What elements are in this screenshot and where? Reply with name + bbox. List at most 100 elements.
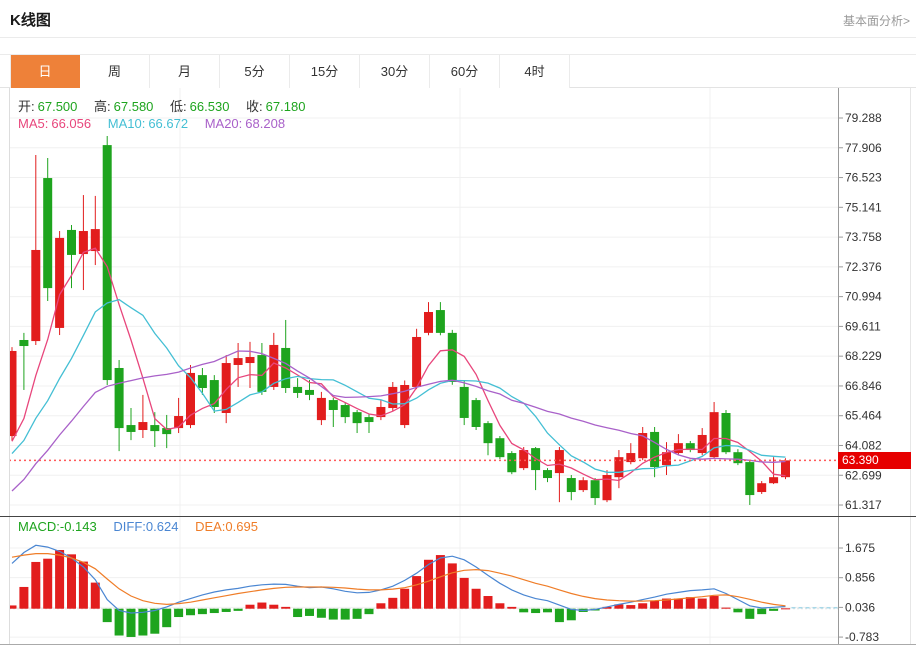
price-axis-label: 73.758 — [845, 230, 882, 244]
dea-label: DEA: — [195, 519, 225, 534]
macd-bar — [781, 608, 790, 609]
tab-weekly[interactable]: 周 — [80, 55, 150, 88]
macd-bar — [91, 583, 100, 609]
macd-bar — [757, 609, 766, 614]
ohlc-legend: 开:67.500 高:67.580 低:66.530 收:67.180 — [18, 96, 318, 115]
tab-30min[interactable]: 30分 — [360, 55, 430, 88]
tab-daily[interactable]: 日 — [10, 55, 80, 88]
macd-bar — [257, 603, 266, 609]
macd-bar — [341, 609, 350, 620]
candle-body — [55, 238, 64, 328]
candle-body — [341, 405, 350, 417]
low-label: 低: — [170, 99, 187, 114]
candle-body — [8, 351, 17, 436]
macd-bar — [745, 609, 754, 619]
dea-value: 0.695 — [225, 519, 258, 534]
candle-body — [365, 417, 374, 422]
tab-60min[interactable]: 60分 — [430, 55, 500, 88]
macd-bar — [733, 609, 742, 613]
candle-body — [305, 390, 314, 395]
macd-bar — [567, 609, 576, 621]
page-title: K线图 — [10, 9, 51, 30]
macd-value: -0.143 — [60, 519, 97, 534]
dea-item: DEA:0.695 — [195, 519, 258, 534]
tab-5min[interactable]: 5分 — [220, 55, 290, 88]
candle-body — [579, 480, 588, 490]
candle-body — [757, 483, 766, 492]
macd-bar — [448, 563, 457, 608]
tab-15min[interactable]: 15分 — [290, 55, 360, 88]
tab-4hour[interactable]: 4时 — [500, 55, 570, 88]
candle-body — [436, 310, 445, 333]
ma20-line — [12, 351, 786, 491]
price-axis-label: 79.288 — [845, 111, 882, 125]
price-axis-label: 64.082 — [845, 438, 882, 452]
interval-tabs: 日 周 月 5分 15分 30分 60分 4时 — [10, 55, 916, 88]
macd-bar — [317, 609, 326, 618]
macd-bar — [8, 605, 17, 608]
candle-body — [698, 435, 707, 453]
candle-body — [591, 480, 600, 498]
macd-bar — [19, 587, 28, 609]
candle-body — [43, 178, 52, 288]
macd-legend: MACD:-0.143 DIFF:0.624 DEA:0.695 — [18, 519, 271, 534]
ohlc-high: 高:67.580 — [94, 99, 153, 114]
macd-bar — [162, 609, 171, 627]
macd-bar — [722, 608, 731, 609]
candle-body — [424, 312, 433, 333]
macd-bar — [400, 589, 409, 609]
dea-line — [12, 554, 786, 606]
macd-bar — [460, 578, 469, 609]
ohlc-open: 开:67.500 — [18, 99, 77, 114]
candle-body — [234, 358, 243, 365]
ma10-legend: MA10:66.672 — [108, 116, 188, 131]
open-value: 67.500 — [38, 99, 78, 114]
ma20-label: MA20: — [205, 116, 243, 131]
candle-body — [198, 375, 207, 388]
price-axis-label: 65.464 — [845, 409, 882, 423]
price-axis-label: 77.906 — [845, 141, 882, 155]
page-header: K线图 基本面分析> — [0, 0, 916, 38]
macd-bar — [269, 605, 278, 609]
price-axis-label: 75.141 — [845, 200, 882, 214]
high-value: 67.580 — [114, 99, 154, 114]
macd-bar — [495, 603, 504, 608]
macd-bar — [186, 609, 195, 616]
fundamental-analysis-link[interactable]: 基本面分析> — [843, 12, 910, 29]
candle-body — [484, 423, 493, 443]
price-axis-label: 69.611 — [845, 319, 881, 333]
candle-body — [769, 477, 778, 483]
candle-body — [150, 425, 159, 431]
price-axis-label: 70.994 — [845, 290, 882, 304]
macd-bar — [519, 609, 528, 613]
macd-bar — [210, 609, 219, 613]
macd-bar — [436, 555, 445, 609]
candle-body — [650, 432, 659, 467]
macd-axis-label: 1.675 — [845, 541, 875, 555]
candle-body — [495, 438, 504, 457]
macd-bar — [507, 607, 516, 609]
macd-bar — [55, 550, 64, 609]
candle-body — [745, 462, 754, 495]
macd-bar — [555, 609, 564, 622]
price-axis-label: 72.376 — [845, 260, 882, 274]
macd-bar — [234, 609, 243, 611]
candle-body — [412, 337, 421, 387]
macd-bar — [543, 609, 552, 613]
candle-body — [115, 368, 124, 428]
candle-body — [138, 422, 147, 430]
macd-bar — [650, 601, 659, 609]
open-label: 开: — [18, 99, 35, 114]
tab-monthly[interactable]: 月 — [150, 55, 220, 88]
candle-body — [567, 478, 576, 492]
close-value: 67.180 — [266, 99, 306, 114]
candle-body — [222, 363, 231, 413]
candle-body — [507, 453, 516, 472]
macd-bar — [365, 609, 374, 614]
low-value: 66.530 — [190, 99, 230, 114]
candle-body — [543, 470, 552, 478]
candle-body — [317, 398, 326, 420]
ohlc-low: 低:66.530 — [170, 99, 229, 114]
diff-value: 0.624 — [146, 519, 179, 534]
macd-bar — [198, 609, 207, 614]
